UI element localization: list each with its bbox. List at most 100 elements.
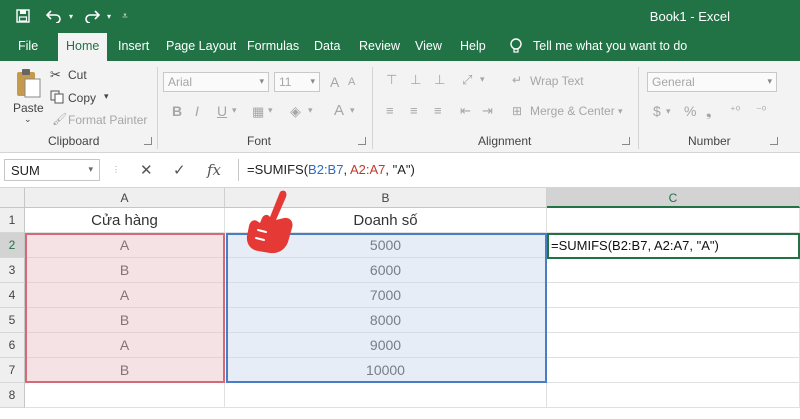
cell-c4[interactable] xyxy=(547,283,800,308)
paste-dropdown-icon[interactable]: ⌄ xyxy=(24,114,32,125)
merge-center-icon[interactable]: ⊞ xyxy=(512,104,522,118)
font-color-icon[interactable]: A xyxy=(334,102,344,119)
merge-dropdown-icon[interactable]: ▾ xyxy=(618,106,623,117)
cell-a5[interactable]: B xyxy=(25,308,225,333)
comma-style-icon[interactable]: ❟ xyxy=(706,103,712,120)
tab-insert[interactable]: Insert xyxy=(118,39,149,53)
cell-a4[interactable]: A xyxy=(25,283,225,308)
resize-handle-icon[interactable]: ⋮ xyxy=(112,165,120,174)
cell-a7[interactable]: B xyxy=(25,358,225,383)
borders-dropdown-icon[interactable]: ▾ xyxy=(268,105,273,116)
cancel-icon[interactable]: ✕ xyxy=(140,161,153,179)
column-header-a[interactable]: A xyxy=(25,188,225,208)
cell-a2[interactable]: A xyxy=(25,233,225,258)
orientation-icon[interactable]: ⤢ xyxy=(462,72,472,88)
cell-c5[interactable] xyxy=(547,308,800,333)
cell-c7[interactable] xyxy=(547,358,800,383)
align-middle-icon[interactable]: ⊥ xyxy=(410,72,421,88)
tab-view[interactable]: View xyxy=(415,39,442,53)
row-header-3[interactable]: 3 xyxy=(0,258,25,283)
row-header-1[interactable]: 1 xyxy=(0,208,25,233)
column-header-c[interactable]: C xyxy=(547,188,800,208)
font-launcher-icon[interactable] xyxy=(358,137,366,145)
cell-a1[interactable]: Cửa hàng xyxy=(25,208,225,233)
insert-function-icon[interactable]: fx xyxy=(207,161,221,179)
cell-c1[interactable] xyxy=(547,208,800,233)
grow-font-icon[interactable]: A xyxy=(330,74,339,90)
cell-b6[interactable]: 9000 xyxy=(225,333,547,358)
redo-dropdown-icon[interactable]: ▾ xyxy=(104,7,114,25)
tab-page-layout[interactable]: Page Layout xyxy=(166,39,236,53)
formula-input[interactable]: =SUMIFS(B2:B7, A2:A7, "A") xyxy=(238,159,800,181)
currency-dropdown-icon[interactable]: ▾ xyxy=(666,106,671,117)
cell-b5[interactable]: 8000 xyxy=(225,308,547,333)
cell-a3[interactable]: B xyxy=(25,258,225,283)
font-color-dropdown-icon[interactable]: ▾ xyxy=(350,105,355,116)
number-format-select[interactable]: General ▾ xyxy=(647,72,777,92)
row-header-5[interactable]: 5 xyxy=(0,308,25,333)
enter-check-icon[interactable]: ✓ xyxy=(173,161,186,179)
wrap-text-button[interactable]: Wrap Text xyxy=(530,74,584,88)
redo-icon[interactable] xyxy=(82,7,102,25)
shrink-font-icon[interactable]: A xyxy=(348,76,355,88)
bold-button[interactable]: B xyxy=(172,103,182,119)
fill-color-icon[interactable]: ◈ xyxy=(290,103,301,120)
borders-icon[interactable]: ▦ xyxy=(252,104,264,120)
format-painter-button[interactable]: Format Painter xyxy=(68,113,147,127)
underline-button[interactable]: U xyxy=(217,103,227,119)
paste-button[interactable]: Paste xyxy=(13,101,44,115)
percent-button[interactable]: % xyxy=(684,103,696,119)
active-cell-c2[interactable]: =SUMIFS(B2:B7, A2:A7, "A") xyxy=(547,233,800,259)
align-left-icon[interactable]: ≡ xyxy=(386,103,394,118)
cell-a6[interactable]: A xyxy=(25,333,225,358)
wrap-text-icon[interactable]: ↵ xyxy=(512,73,522,87)
cell-c3[interactable] xyxy=(547,258,800,283)
copy-icon[interactable] xyxy=(50,90,64,104)
decrease-indent-icon[interactable]: ⇤ xyxy=(460,103,471,119)
tab-data[interactable]: Data xyxy=(314,39,340,53)
tab-formulas[interactable]: Formulas xyxy=(247,39,299,53)
currency-button[interactable]: $ xyxy=(653,103,661,119)
alignment-launcher-icon[interactable] xyxy=(622,137,630,145)
paste-icon[interactable] xyxy=(14,67,42,99)
increase-decimal-icon[interactable]: ⁺⁰ xyxy=(730,104,740,117)
row-header-6[interactable]: 6 xyxy=(0,333,25,358)
underline-dropdown-icon[interactable]: ▾ xyxy=(232,105,237,116)
row-header-8[interactable]: 8 xyxy=(0,383,25,408)
number-launcher-icon[interactable] xyxy=(770,137,778,145)
cell-c6[interactable] xyxy=(547,333,800,358)
clipboard-launcher-icon[interactable] xyxy=(144,137,152,145)
font-size-select[interactable]: 11 ▾ xyxy=(274,72,320,92)
cell-b4[interactable]: 7000 xyxy=(225,283,547,308)
cell-b7[interactable]: 10000 xyxy=(225,358,547,383)
row-header-2[interactable]: 2 xyxy=(0,233,25,258)
undo-dropdown-icon[interactable]: ▾ xyxy=(66,7,76,25)
cell-b3[interactable]: 6000 xyxy=(225,258,547,283)
select-all-corner[interactable] xyxy=(0,188,25,208)
cut-icon[interactable]: ✂ xyxy=(50,67,61,83)
customize-quick-access-icon[interactable]: ⩡ xyxy=(119,7,131,25)
name-box[interactable]: SUM ▾ xyxy=(4,159,100,181)
cell-a8[interactable] xyxy=(25,383,225,408)
fill-color-dropdown-icon[interactable]: ▾ xyxy=(308,105,313,116)
row-header-7[interactable]: 7 xyxy=(0,358,25,383)
save-icon[interactable] xyxy=(14,7,32,25)
align-right-icon[interactable]: ≡ xyxy=(434,103,442,118)
worksheet-grid[interactable]: A B C 1 2 3 4 5 6 7 8 Cửa hàng Doanh số … xyxy=(0,188,800,419)
tell-me-search[interactable]: Tell me what you want to do xyxy=(533,39,687,53)
align-top-icon[interactable]: ⊤ xyxy=(386,72,397,88)
copy-dropdown-icon[interactable]: ▾ xyxy=(104,91,109,102)
cell-b8[interactable] xyxy=(225,383,547,408)
increase-indent-icon[interactable]: ⇥ xyxy=(482,103,493,119)
cut-button[interactable]: Cut xyxy=(68,68,87,82)
cell-c8[interactable] xyxy=(547,383,800,408)
row-header-4[interactable]: 4 xyxy=(0,283,25,308)
tab-review[interactable]: Review xyxy=(359,39,400,53)
font-name-select[interactable]: Arial ▾ xyxy=(163,72,269,92)
copy-button[interactable]: Copy xyxy=(68,91,96,105)
align-center-icon[interactable]: ≡ xyxy=(410,103,418,118)
orientation-dropdown-icon[interactable]: ▾ xyxy=(480,74,485,85)
align-bottom-icon[interactable]: ⊥ xyxy=(434,72,445,88)
format-painter-icon[interactable]: 🖌 xyxy=(52,112,67,126)
tab-help[interactable]: Help xyxy=(460,39,486,53)
